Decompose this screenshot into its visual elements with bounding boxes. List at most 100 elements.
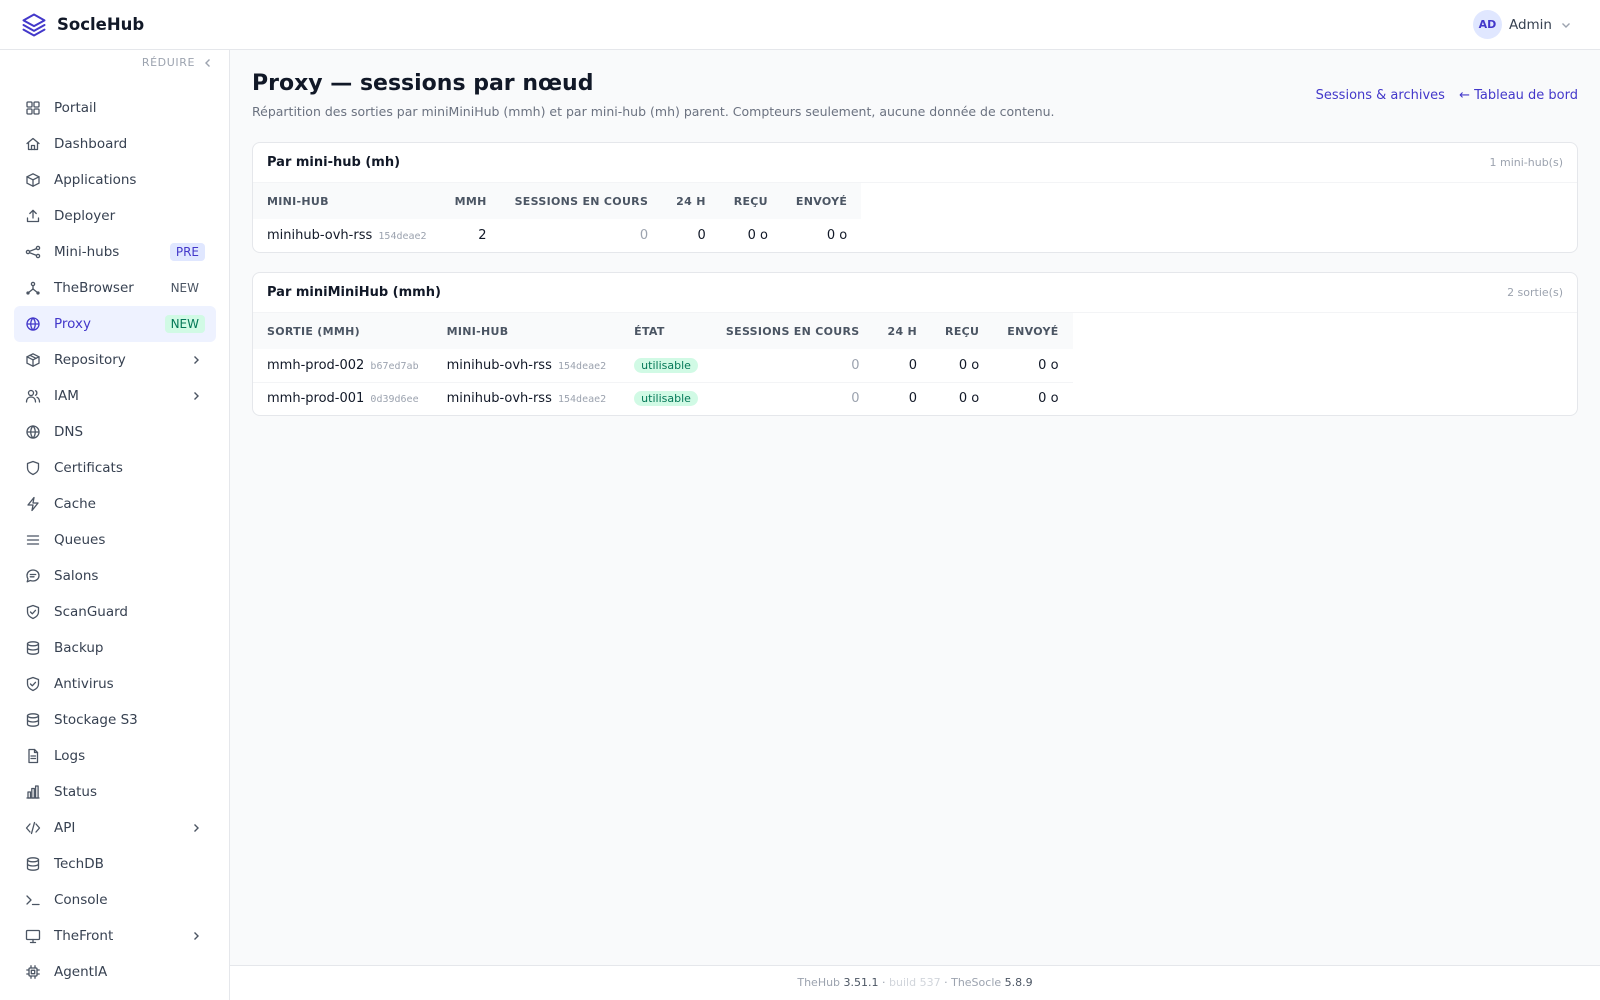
avatar: AD <box>1472 10 1502 39</box>
col-exit[interactable]: SORTIE (MMH) <box>253 313 433 349</box>
col-mmh[interactable]: MMH <box>440 183 501 219</box>
col-received[interactable]: REÇU <box>931 313 994 349</box>
cell-state: utilisable <box>620 349 712 382</box>
col-sessions[interactable]: SESSIONS EN COURS <box>711 313 874 349</box>
col-state[interactable]: ÉTAT <box>620 313 712 349</box>
col-mini-hub[interactable]: MINI-HUB <box>432 313 621 349</box>
footer-hub-label: TheHub <box>797 976 841 989</box>
cell-mini-hub: minihub-ovh-rss 154deae2 <box>253 219 441 252</box>
page-subtitle: Répartition des sorties par miniMiniHub … <box>252 104 1055 119</box>
exit-name: mmh-prod-001 <box>267 391 365 407</box>
sidebar-item-logs[interactable]: Logs <box>14 738 216 774</box>
cpu-icon <box>26 965 40 979</box>
sidebar-item-label: Repository <box>54 352 126 368</box>
cell-sessions: 0 <box>851 357 860 373</box>
sidebar-item-label: TheFront <box>54 928 114 944</box>
brand[interactable]: SocleHub <box>20 11 144 39</box>
sidebar-item-dashboard[interactable]: Dashboard <box>14 126 216 162</box>
sidebar-item-label: Proxy <box>54 316 91 332</box>
sidebar-item-label: Dashboard <box>54 136 128 152</box>
footer-build: build 537 <box>889 976 941 989</box>
sidebar-item-stockage-s3[interactable]: Stockage S3 <box>14 702 216 738</box>
status-badge: NEW <box>170 281 199 295</box>
cell-received: 0 o <box>931 381 994 415</box>
sidebar-item-thebrowser[interactable]: TheBrowser NEW <box>14 270 216 306</box>
sidebar-item-repository[interactable]: Repository <box>14 342 216 378</box>
table-row[interactable]: minihub-ovh-rss 154deae2 2 0 0 0 o 0 o <box>253 219 861 252</box>
chevron-right-icon <box>194 392 199 400</box>
grid-icon <box>26 101 40 115</box>
col-sent[interactable]: ENVOYÉ <box>993 313 1073 349</box>
sidebar-item-cache[interactable]: Cache <box>14 486 216 522</box>
sidebar-item-proxy[interactable]: Proxy NEW <box>14 306 216 342</box>
status-badge: NEW <box>164 315 205 333</box>
col-mini-hub[interactable]: MINI-HUB <box>253 183 441 219</box>
sidebar-item-scanguard[interactable]: ScanGuard <box>14 594 216 630</box>
sidebar-item-certificats[interactable]: Certificats <box>14 450 216 486</box>
layers-logo-icon <box>22 13 46 36</box>
sidebar-item-label: Queues <box>54 532 106 548</box>
table-row[interactable]: mmh-prod-002 b67ed7ab minihub-ovh-rss 15… <box>253 349 1073 382</box>
network-icon <box>26 281 40 295</box>
sidebar-item-console[interactable]: Console <box>14 882 216 918</box>
table-row[interactable]: mmh-prod-001 0d39d6ee minihub-ovh-rss 15… <box>253 381 1073 415</box>
sidebar-item-backup[interactable]: Backup <box>14 630 216 666</box>
monitor-icon <box>25 929 41 944</box>
upload-icon <box>26 209 40 223</box>
collapse-sidebar-button[interactable]: RÉDUIRE <box>142 56 213 69</box>
home-icon <box>26 137 40 151</box>
mini-hub-hash: 154deae2 <box>378 231 427 242</box>
sidebar-item-iam[interactable]: IAM <box>14 378 216 414</box>
sidebar-item-salons[interactable]: Salons <box>14 558 216 594</box>
sidebar-item-api[interactable]: API <box>14 810 216 846</box>
col-sessions[interactable]: SESSIONS EN COURS <box>500 183 663 219</box>
sessions-archives-link[interactable]: Sessions & archives <box>1316 88 1445 103</box>
sidebar-item-label: DNS <box>54 424 84 440</box>
mmh-table: SORTIE (MMH) MINI-HUB ÉTAT SESSIONS EN C… <box>253 313 1073 415</box>
cell-sent: 0 o <box>993 381 1073 415</box>
sidebar-item-applications[interactable]: Applications <box>14 162 216 198</box>
footer: TheHub 3.51.1 · build 537 · TheSocle 5.8… <box>230 965 1600 1000</box>
card-mini-hub: Par mini-hub (mh) 1 mini-hub(s) MINI-HUB… <box>252 142 1578 253</box>
mini-hub-name: minihub-ovh-rss <box>446 357 552 373</box>
card-title: Par miniMiniHub (mmh) <box>267 285 441 300</box>
user-name: Admin <box>1508 16 1552 33</box>
exit-hash: 0d39d6ee <box>370 394 419 406</box>
sidebar-item-label: Status <box>54 784 98 800</box>
status-badge: PRE <box>169 243 205 261</box>
sidebar-item-techdb[interactable]: TechDB <box>14 846 216 882</box>
cell-mini-hub: minihub-ovh-rss 154deae2 <box>432 381 621 415</box>
sidebar-item-thefront[interactable]: TheFront <box>14 918 216 954</box>
sidebar-item-agentia[interactable]: AgentIA <box>14 954 216 990</box>
user-menu[interactable]: AD Admin <box>1472 10 1572 39</box>
col-sent[interactable]: ENVOYÉ <box>781 183 862 219</box>
shield-check-icon <box>26 676 40 692</box>
sidebar-item-mini-hubs[interactable]: Mini-hubs PRE <box>14 234 216 270</box>
status-badge: utilisable <box>634 391 698 407</box>
sidebar-item-deployer[interactable]: Deployer <box>14 198 216 234</box>
back-dashboard-link[interactable]: ← Tableau de bord <box>1459 88 1578 103</box>
chevron-right-icon <box>194 824 199 832</box>
chevron-left-icon <box>205 58 210 67</box>
sidebar-item-label: Cache <box>54 496 96 512</box>
sidebar-item-antivirus[interactable]: Antivirus <box>14 666 216 702</box>
sidebar-item-label: Backup <box>54 640 104 656</box>
sidebar-item-status[interactable]: Status <box>14 774 216 810</box>
card-mini-mini-hub: Par miniMiniHub (mmh) 2 sortie(s) SORTIE… <box>252 272 1578 416</box>
sidebar-item-dns[interactable]: DNS <box>14 414 216 450</box>
mini-hub-table: MINI-HUB MMH SESSIONS EN COURS 24 H REÇU… <box>253 183 862 252</box>
col-24h[interactable]: 24 H <box>662 183 720 219</box>
sidebar-item-label: Portail <box>54 100 97 116</box>
card-header: Par mini-hub (mh) 1 mini-hub(s) <box>253 143 1577 183</box>
cell-sent: 0 o <box>826 228 848 243</box>
sidebar-item-queues[interactable]: Queues <box>14 522 216 558</box>
status-badge: utilisable <box>634 357 698 373</box>
mini-hub-name: minihub-ovh-rss <box>446 391 552 407</box>
sidebar-item-label: Stockage S3 <box>54 712 138 728</box>
col-24h[interactable]: 24 H <box>873 313 932 349</box>
card-count: 2 sortie(s) <box>1507 286 1563 299</box>
col-received[interactable]: REÇU <box>719 183 782 219</box>
header-links: Sessions & archives ← Tableau de bord <box>1306 88 1578 103</box>
sidebar-item-portail[interactable]: Portail <box>14 90 216 126</box>
sidebar-item-label: API <box>54 820 76 836</box>
